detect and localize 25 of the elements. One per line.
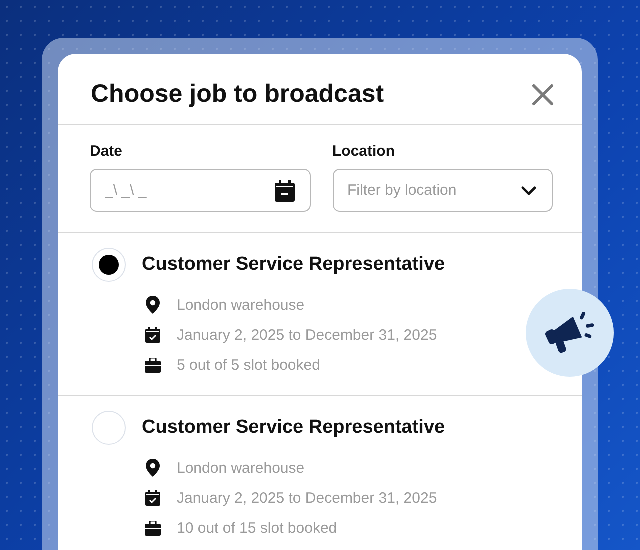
job-location: London warehouse (177, 296, 305, 314)
field-label: Date (90, 143, 124, 160)
close-button[interactable] (532, 84, 554, 106)
calendar-check-icon (145, 327, 161, 343)
calendar-icon (274, 180, 294, 202)
megaphone-icon (545, 310, 595, 356)
dialog-title: Choose job to broadcast (91, 80, 384, 109)
job-title: Customer Service Representative (142, 254, 446, 276)
slots-booked: 10 out of 15 slot booked (177, 520, 338, 536)
location-pin-icon (145, 296, 161, 314)
slots-booked: 5 out of 5 slot booked (177, 356, 320, 374)
job-location: London warehouse (177, 460, 305, 476)
job-dates: January 2, 2025 to December 31, 2025 (177, 490, 438, 506)
chevron-down-icon (521, 186, 537, 196)
briefcase-icon (145, 358, 161, 372)
field-label: Location (332, 143, 396, 160)
radio-button[interactable] (92, 411, 126, 445)
location-pin-icon (145, 459, 161, 477)
calendar-check-icon (145, 490, 161, 506)
radio-button[interactable] (92, 248, 126, 282)
location-dropdown[interactable]: Filter by location (332, 169, 553, 212)
date-field[interactable]: _\ _\ _ (90, 169, 310, 212)
briefcase-icon (145, 520, 161, 536)
job-dates: January 2, 2025 to December 31, 2025 (177, 326, 438, 344)
job-title: Customer Service Representative (142, 417, 446, 439)
